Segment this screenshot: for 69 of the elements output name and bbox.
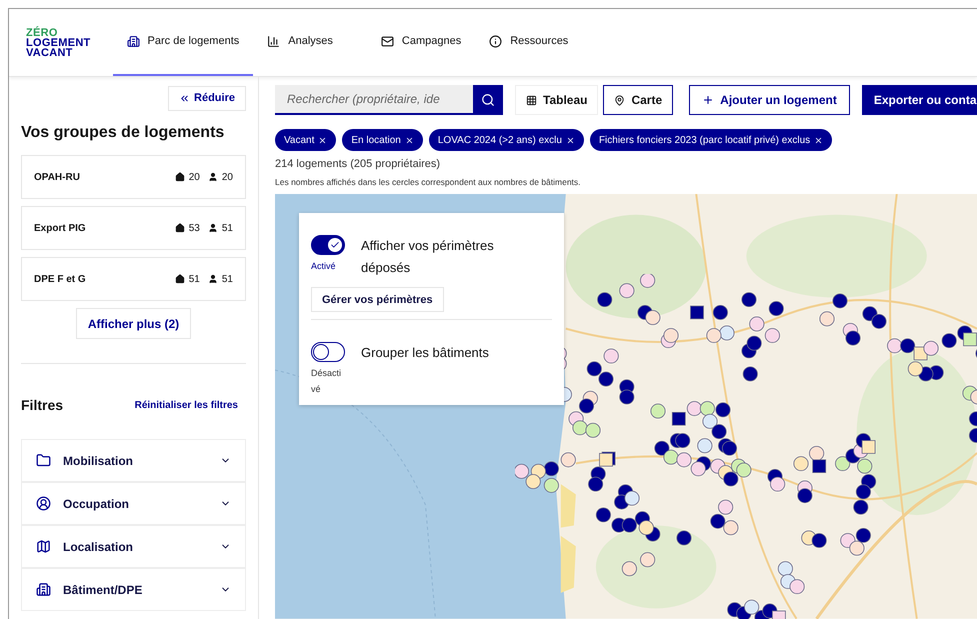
- filter-chip[interactable]: Fichiers fonciers 2023 (parc locatif privé) exclus: [590, 129, 832, 151]
- nav-icon: [267, 35, 280, 48]
- filter-accordion[interactable]: Occupation: [21, 482, 246, 525]
- nav-tab[interactable]: Parc de logements: [112, 9, 254, 76]
- nav-tab[interactable]: Ressources: [475, 9, 582, 76]
- check-icon: [330, 240, 340, 250]
- add-housing-button[interactable]: Ajouter un logement: [689, 85, 850, 115]
- filter-icon: [36, 539, 51, 554]
- nav-tab[interactable]: Campagnes: [366, 9, 476, 76]
- filter-icon: [36, 496, 51, 511]
- show-more-button[interactable]: Afficher plus (2): [76, 308, 192, 339]
- remove-icon: [566, 136, 575, 144]
- owner-count: 51: [222, 272, 233, 286]
- filter-chip[interactable]: LOVAC 2024 (>2 ans) exclu: [428, 129, 584, 151]
- remove-icon: [318, 136, 328, 144]
- housing-count: 20: [188, 170, 200, 184]
- nav-icon: [380, 35, 394, 48]
- search-field[interactable]: Rechercher (propriétaire, ide: [275, 85, 473, 115]
- toggle-switch[interactable]: [311, 342, 345, 362]
- filter-accordion[interactable]: Localisation: [21, 525, 246, 568]
- filter-accordion[interactable]: Bâtiment/DPE: [21, 568, 246, 611]
- collapse-button[interactable]: Réduire: [168, 86, 246, 111]
- nav-icon: [489, 35, 502, 48]
- manage-perimeters-button[interactable]: Gérer vos périmètres: [311, 287, 444, 312]
- person-icon: [208, 223, 218, 233]
- owner-count: 20: [222, 170, 233, 184]
- toggle-status: Activé: [311, 260, 337, 274]
- housing-count: 53: [188, 222, 200, 236]
- toggle-label: Afficher vos périmètres déposés: [361, 237, 495, 278]
- map-note: Les nombres affichés dans les cercles correspondent aux nombres de bâtiments.: [275, 176, 582, 188]
- toggle-label: Grouper les bâtiments: [361, 344, 490, 362]
- remove-icon: [814, 136, 824, 144]
- groups-title: Vos groupes de logements: [21, 123, 226, 143]
- toggle-status: Désactivé: [311, 367, 342, 396]
- search-icon: [481, 93, 495, 107]
- nav-tab[interactable]: Analyses: [253, 9, 347, 76]
- search-button[interactable]: [473, 85, 503, 115]
- filter-icon: [36, 453, 51, 468]
- person-icon: [208, 274, 218, 284]
- group-name: OPAH-RU: [34, 170, 80, 184]
- toggle-switch[interactable]: [311, 235, 345, 256]
- view-icon: [526, 94, 537, 106]
- nav-icon: [126, 35, 140, 48]
- export-button[interactable]: Exporter ou conta: [862, 85, 977, 115]
- person-icon: [208, 172, 218, 182]
- owner-count: 51: [222, 222, 233, 236]
- house-icon: [174, 172, 185, 182]
- reset-filters-link[interactable]: Réinitialiser les filtres: [134, 398, 238, 413]
- filters-title: Filtres: [21, 396, 64, 415]
- view-toggle[interactable]: Tableau: [515, 85, 598, 115]
- group-name: DPE F et G: [34, 272, 86, 286]
- filter-chip[interactable]: Vacant: [275, 129, 336, 151]
- collapse-icon: [179, 93, 190, 104]
- remove-icon: [404, 136, 414, 144]
- group-card[interactable]: DPE F et G 51 51: [21, 257, 246, 301]
- plus-icon: [702, 94, 714, 106]
- group-card[interactable]: Export PIG 53 51: [21, 206, 246, 250]
- house-icon: [174, 274, 185, 284]
- logo[interactable]: ZÉRO LOGEMENT VACANT: [26, 28, 91, 58]
- house-icon: [174, 223, 185, 233]
- housing-count: 51: [188, 272, 200, 286]
- view-toggle[interactable]: Carte: [603, 85, 674, 115]
- results-count: 214 logements (205 propriétaires): [275, 157, 442, 172]
- filter-accordion[interactable]: Mobilisation: [21, 439, 246, 482]
- group-card[interactable]: OPAH-RU 20 20: [21, 155, 246, 199]
- filter-chip[interactable]: En location: [342, 129, 423, 151]
- filter-icon: [36, 582, 51, 597]
- group-name: Export PIG: [34, 222, 86, 236]
- view-icon: [614, 94, 626, 106]
